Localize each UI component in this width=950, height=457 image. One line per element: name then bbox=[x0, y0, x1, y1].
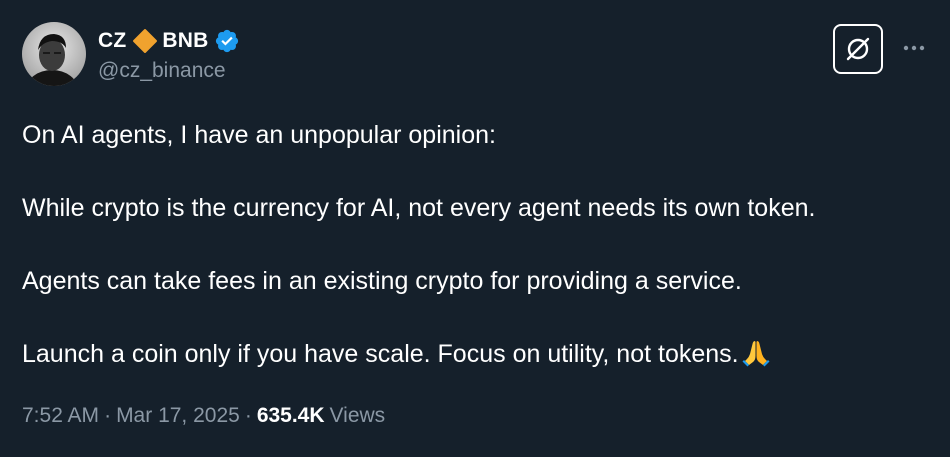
verified-badge-icon[interactable] bbox=[214, 28, 240, 54]
folded-hands-emoji-icon bbox=[741, 337, 771, 367]
display-name-row[interactable]: CZ BNB bbox=[98, 26, 240, 56]
tweet-meta: 7:52 AM · Mar 17, 2025 · 635.4K Views bbox=[22, 404, 385, 428]
tweet-card: CZ BNB @cz_binance On AI agents, I have … bbox=[0, 0, 950, 457]
author-handle[interactable]: @cz_binance bbox=[98, 59, 240, 83]
tweet-paragraph: Agents can take fees in an existing cryp… bbox=[22, 267, 742, 295]
tweet-paragraph: On AI agents, I have an unpopular opinio… bbox=[22, 121, 496, 149]
tweet-header: CZ BNB @cz_binance bbox=[22, 22, 240, 86]
grok-icon bbox=[846, 37, 870, 61]
meta-separator: · bbox=[244, 404, 252, 427]
views-count[interactable]: 635.4K bbox=[257, 404, 325, 427]
tweet-paragraph-last: Launch a coin only if you have scale. Fo… bbox=[22, 336, 932, 372]
tweet-time[interactable]: 7:52 AM bbox=[22, 404, 99, 427]
display-name-suffix[interactable]: BNB bbox=[162, 29, 208, 53]
more-options-button[interactable] bbox=[898, 34, 930, 62]
meta-separator: · bbox=[104, 404, 112, 427]
grok-button[interactable] bbox=[833, 24, 883, 74]
display-name[interactable]: CZ bbox=[98, 29, 126, 53]
tweet-text: On AI agents, I have an unpopular opinio… bbox=[22, 117, 932, 372]
tweet-date[interactable]: Mar 17, 2025 bbox=[116, 404, 240, 427]
tweet-paragraph: While crypto is the currency for AI, not… bbox=[22, 194, 816, 222]
bnb-diamond-icon bbox=[132, 28, 158, 54]
author-names: CZ BNB @cz_binance bbox=[98, 26, 240, 83]
profile-photo-icon bbox=[22, 22, 86, 86]
views-label: Views bbox=[329, 404, 386, 427]
more-dots-icon bbox=[903, 45, 925, 51]
tweet-paragraph: Launch a coin only if you have scale. Fo… bbox=[22, 340, 739, 368]
author-avatar[interactable] bbox=[22, 22, 86, 86]
